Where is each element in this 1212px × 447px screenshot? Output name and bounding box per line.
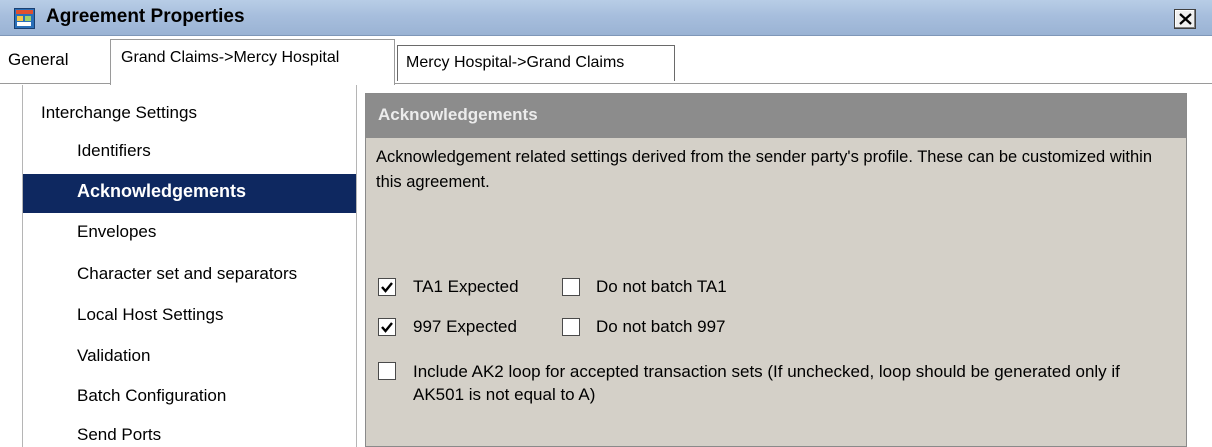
- nav-item-identifiers[interactable]: Identifiers: [23, 135, 356, 171]
- tab-grand-claims-to-mercy-hospital[interactable]: Grand Claims->Mercy Hospital: [110, 39, 395, 85]
- title-bar: Agreement Properties: [0, 0, 1212, 36]
- 997-expected-label: 997 Expected: [413, 317, 517, 336]
- nav-item-local-host-settings[interactable]: Local Host Settings: [23, 299, 356, 335]
- ta1-expected-label: TA1 Expected: [413, 277, 519, 296]
- settings-nav-tree: Interchange Settings Identifiers Acknowl…: [22, 85, 357, 447]
- include-ak2-checkbox[interactable]: [378, 362, 396, 380]
- app-window-icon: [14, 8, 35, 29]
- nav-item-validation[interactable]: Validation: [23, 340, 356, 376]
- include-ak2-label: Include AK2 loop for accepted transactio…: [413, 362, 1120, 404]
- nav-item-send-ports[interactable]: Send Ports: [23, 419, 356, 447]
- nav-item-character-set[interactable]: Character set and separators: [23, 258, 356, 294]
- 997-expected-checkbox[interactable]: [378, 318, 396, 336]
- do-not-batch-ta1-checkbox[interactable]: [562, 278, 580, 296]
- tab-general[interactable]: General: [8, 50, 68, 70]
- panel-header: Acknowledgements: [366, 94, 1186, 138]
- checkmark-icon: [381, 282, 393, 293]
- do-not-batch-997-checkbox[interactable]: [562, 318, 580, 336]
- nav-item-batch-configuration[interactable]: Batch Configuration: [23, 380, 356, 416]
- do-not-batch-997-label: Do not batch 997: [596, 317, 726, 336]
- close-button[interactable]: [1174, 9, 1196, 29]
- panel-description: Acknowledgement related settings derived…: [376, 148, 1152, 191]
- nav-item-envelopes[interactable]: Envelopes: [23, 216, 356, 252]
- nav-item-acknowledgements[interactable]: Acknowledgements: [23, 174, 356, 213]
- checkmark-icon: [381, 322, 393, 333]
- do-not-batch-ta1-label: Do not batch TA1: [596, 277, 727, 296]
- ta1-expected-checkbox[interactable]: [378, 278, 396, 296]
- nav-root-interchange-settings[interactable]: Interchange Settings: [41, 103, 197, 123]
- window-title: Agreement Properties: [46, 6, 245, 27]
- tab-mercy-hospital-to-grand-claims[interactable]: Mercy Hospital->Grand Claims: [397, 45, 675, 81]
